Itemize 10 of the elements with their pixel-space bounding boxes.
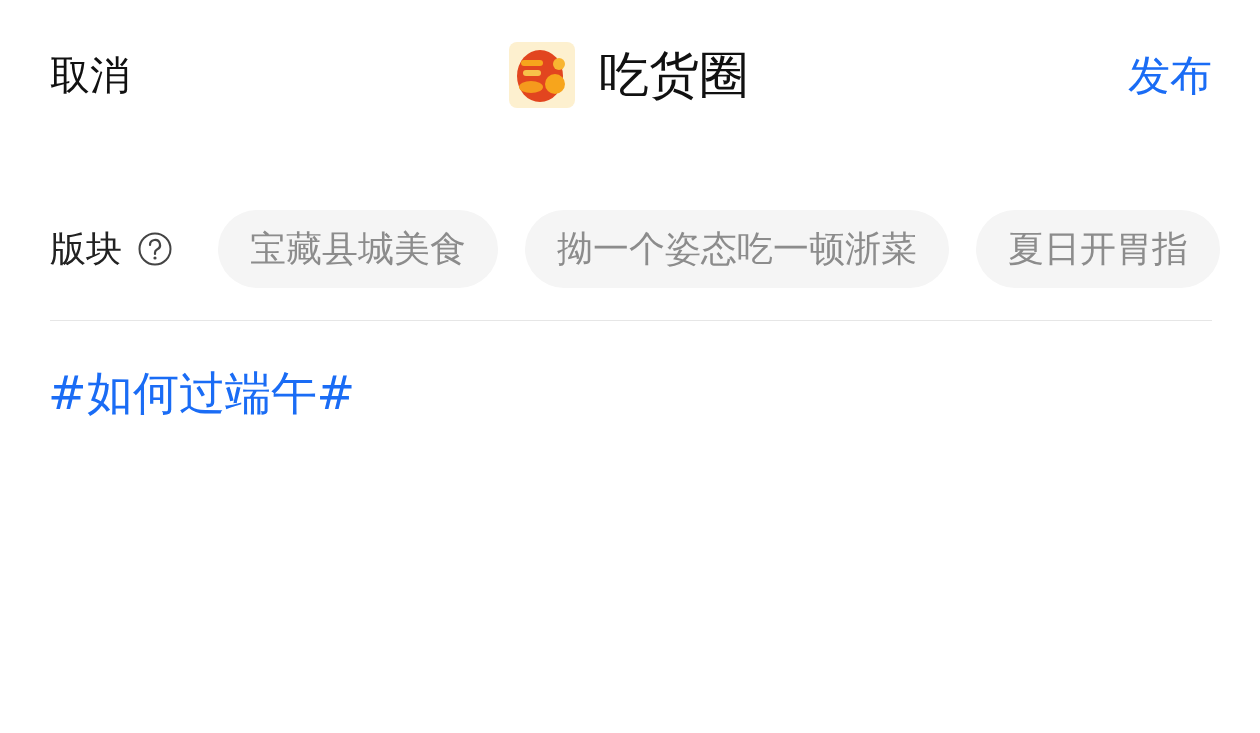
topic-chip[interactable]: 拗一个姿态吃一顿浙菜 [525,210,949,288]
page-title: 吃货圈 [599,44,749,106]
publish-button[interactable]: 发布 [1128,43,1212,107]
cancel-button[interactable]: 取消 [50,45,130,105]
topic-chip[interactable]: 夏日开胃指 [976,210,1220,288]
hashtag-text: #如何过端午# [47,365,357,422]
topic-chip[interactable]: 宝藏县城美食 [218,210,498,288]
help-icon[interactable] [138,232,172,266]
section-label: 版块 [50,227,122,271]
food-logo-icon [509,42,575,108]
